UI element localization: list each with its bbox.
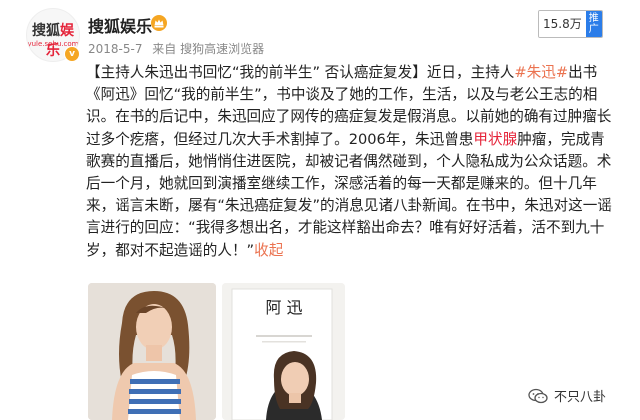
book-title: 阿 迅 bbox=[265, 298, 302, 317]
wechat-watermark: 不只八卦 bbox=[528, 386, 606, 405]
post-text-intro: 近日，主持人 bbox=[426, 64, 515, 81]
promote-label: 推广 bbox=[588, 13, 599, 35]
hashtag-link[interactable]: #朱迅# bbox=[514, 64, 568, 81]
post-meta: 2018-5-7 来自 搜狗高速浏览器 bbox=[88, 40, 270, 57]
post-image-portrait[interactable] bbox=[88, 283, 216, 420]
account-name[interactable]: 搜狐娱乐 bbox=[88, 13, 152, 37]
verified-badge-icon: v bbox=[64, 46, 80, 62]
wechat-icon bbox=[528, 388, 548, 403]
post-date[interactable]: 2018-5-7 bbox=[88, 42, 142, 56]
collapse-link[interactable]: 收起 bbox=[254, 242, 283, 259]
weibo-post-card: 搜狐娱乐 yule.sohu.com v 搜狐娱乐 2018-5-7 来自 搜狗… bbox=[0, 0, 640, 420]
follow-box[interactable]: 15.8万 推广 bbox=[538, 10, 603, 38]
post-text-rest: 肿瘤，完成青歌赛的直播后，她悄悄住进医院，却被记者偶然碰到，个人隐私成为公众话题… bbox=[86, 130, 612, 259]
post-source: 来自 搜狗高速浏览器 bbox=[152, 42, 265, 56]
post-headline: 【主持人朱迅出书回忆“我的前半生” 否认癌症复发】 bbox=[86, 64, 427, 81]
follower-count: 15.8万 bbox=[539, 11, 586, 37]
vip-crown-icon bbox=[151, 15, 167, 31]
book-cover-illustration: 阿 迅 bbox=[222, 283, 345, 420]
portrait-illustration bbox=[88, 283, 216, 420]
keyword-link[interactable]: 甲状腺 bbox=[473, 131, 517, 148]
post-image-book-cover[interactable]: 阿 迅 bbox=[222, 283, 345, 420]
post-text: 【主持人朱迅出书回忆“我的前半生” 否认癌症复发】近日，主持人#朱迅#出书《阿迅… bbox=[86, 62, 618, 262]
promote-button[interactable]: 推广 bbox=[585, 11, 602, 37]
watermark-text: 不只八卦 bbox=[554, 390, 607, 405]
